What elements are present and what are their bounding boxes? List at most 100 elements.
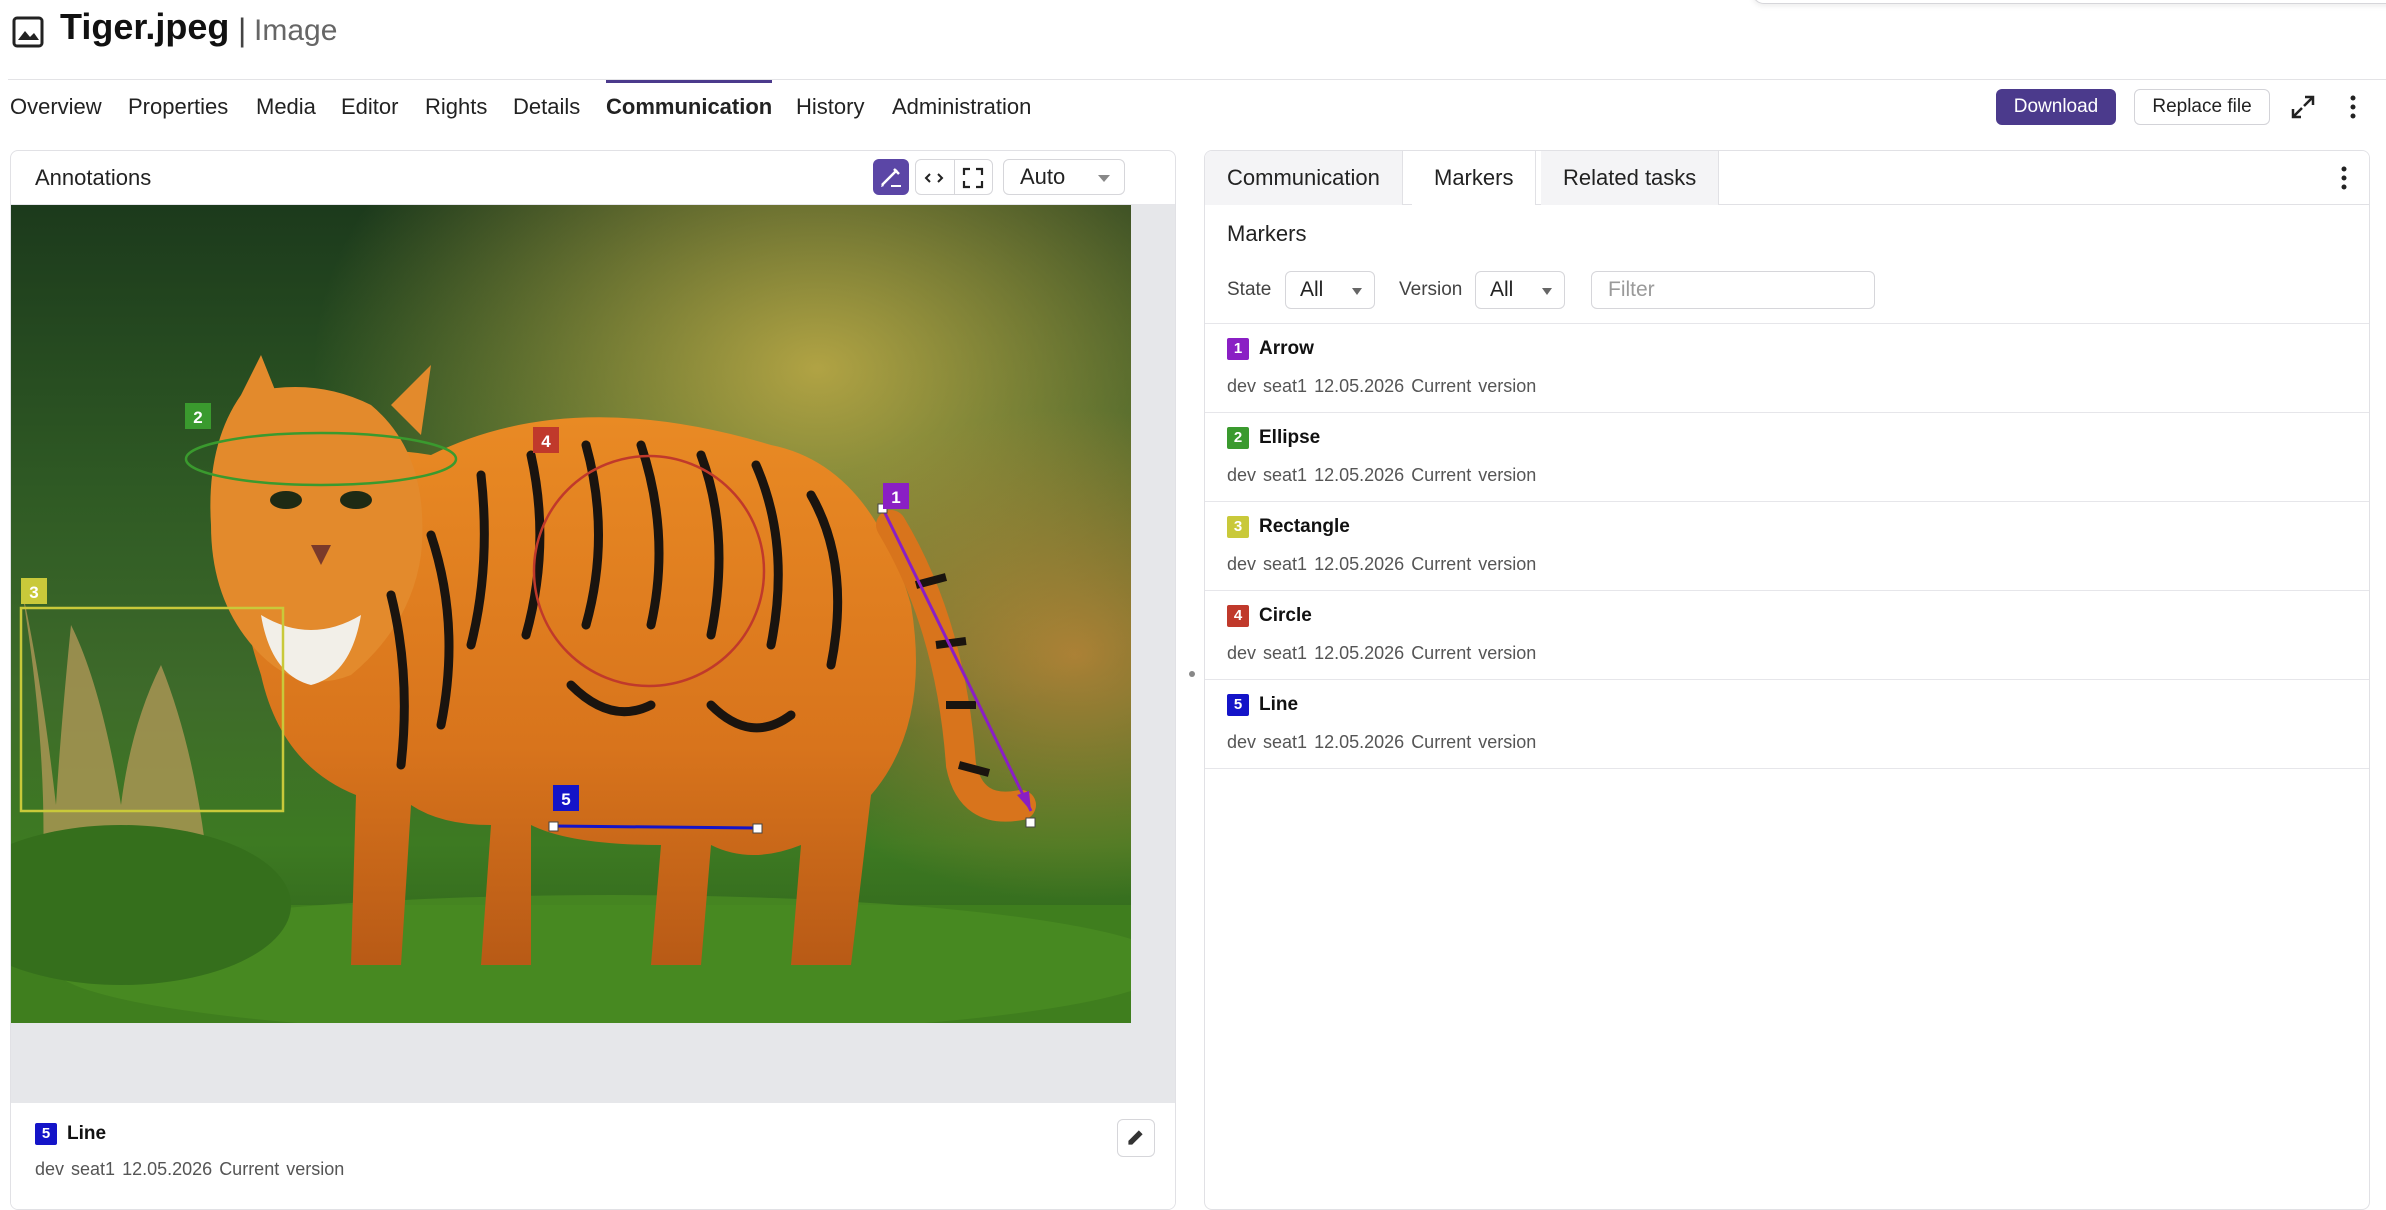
selected-annotation-version: Current version — [219, 1159, 345, 1179]
marker-name: Rectangle — [1259, 516, 1350, 537]
side-tab-markers[interactable]: Markers — [1412, 151, 1537, 205]
zoom-value: Auto — [1020, 164, 1066, 189]
chevron-down-icon — [1352, 288, 1362, 295]
selected-annotation-meta: dev seat1 12.05.2026 Current version — [35, 1159, 344, 1180]
image-icon — [12, 16, 44, 48]
marker-item-ellipse[interactable]: 2 Ellipse dev seat1 12.05.2026 Current v… — [1205, 413, 2369, 502]
marker-number-badge: 3 — [1227, 516, 1249, 538]
markers-heading: Markers — [1227, 221, 1307, 246]
marker-version: Current version — [1411, 732, 1537, 752]
marker-user: dev seat1 — [1227, 376, 1308, 396]
marker-meta: dev seat1 12.05.2026 Current version — [1227, 465, 1536, 486]
tab-administration[interactable]: Administration — [892, 94, 1031, 120]
edit-annotation-button[interactable] — [1117, 1119, 1155, 1157]
marker-version: Current version — [1411, 465, 1537, 485]
replace-file-button[interactable]: Replace file — [2134, 89, 2270, 125]
tab-properties[interactable]: Properties — [128, 94, 228, 120]
selected-annotation-user: dev seat1 — [35, 1159, 116, 1179]
side-tab-communication[interactable]: Communication — [1205, 151, 1403, 205]
more-options-icon[interactable] — [2340, 94, 2366, 120]
image-canvas[interactable]: 2 4 3 1 5 — [11, 205, 1131, 1023]
selected-annotation-date: 12.05.2026 — [122, 1159, 213, 1179]
marker-user: dev seat1 — [1227, 465, 1308, 485]
marker-number-badge: 5 — [35, 1123, 57, 1145]
panel-resize-handle[interactable] — [1189, 671, 1195, 677]
marker-item-line[interactable]: 5 Line dev seat1 12.05.2026 Current vers… — [1205, 680, 2369, 769]
marker-item-arrow[interactable]: 1 Arrow dev seat1 12.05.2026 Current ver… — [1205, 324, 2369, 413]
tab-communication[interactable]: Communication — [606, 94, 772, 120]
annotation-2-label: 2 — [193, 408, 202, 427]
tab-history[interactable]: History — [796, 94, 864, 120]
tab-media[interactable]: Media — [256, 94, 316, 120]
version-filter-label: Version — [1399, 279, 1463, 300]
marker-list: 1 Arrow dev seat1 12.05.2026 Current ver… — [1205, 324, 2369, 769]
version-filter-value: All — [1490, 278, 1514, 301]
side-tabs: Communication Markers Related tasks — [1205, 151, 2369, 205]
expand-icon[interactable] — [2290, 94, 2316, 120]
tab-details[interactable]: Details — [513, 94, 580, 120]
marker-number-badge: 2 — [1227, 427, 1249, 449]
side-tab-related-tasks[interactable]: Related tasks — [1541, 151, 1720, 205]
marker-name: Ellipse — [1259, 427, 1321, 448]
marker-item-rectangle[interactable]: 3 Rectangle dev seat1 12.05.2026 Current… — [1205, 502, 2369, 591]
marker-name: Arrow — [1259, 338, 1314, 359]
tab-rights[interactable]: Rights — [425, 94, 487, 120]
marker-meta: dev seat1 12.05.2026 Current version — [1227, 376, 1536, 397]
marker-name: Line — [1259, 694, 1299, 715]
markers-panel: Communication Markers Related tasks Mark… — [1204, 150, 2370, 1210]
marker-user: dev seat1 — [1227, 732, 1308, 752]
marker-version: Current version — [1411, 554, 1537, 574]
marker-date: 12.05.2026 — [1314, 554, 1405, 574]
annotation-4-label: 4 — [541, 432, 551, 451]
marker-number-badge: 1 — [1227, 338, 1249, 360]
pencil-icon — [1128, 1130, 1143, 1145]
tiger-photo: 2 4 3 1 5 — [11, 205, 1131, 1023]
marker-date: 12.05.2026 — [1314, 465, 1405, 485]
tab-overview[interactable]: Overview — [10, 94, 102, 120]
annotation-1-label: 1 — [891, 488, 900, 507]
marker-filter-input[interactable]: Filter — [1591, 271, 1875, 309]
panel-options-icon[interactable] — [2331, 165, 2357, 191]
marker-number-badge: 4 — [1227, 605, 1249, 627]
marker-version: Current version — [1411, 643, 1537, 663]
marker-name: Circle — [1259, 605, 1312, 626]
marker-item-circle[interactable]: 4 Circle dev seat1 12.05.2026 Current ve… — [1205, 591, 2369, 680]
marker-user: dev seat1 — [1227, 554, 1308, 574]
fullscreen-icon[interactable] — [962, 167, 984, 189]
version-filter-select[interactable]: All — [1475, 271, 1565, 309]
annotations-title: Annotations — [35, 165, 152, 190]
title-separator: | — [238, 12, 247, 48]
draw-annotation-button[interactable] — [873, 159, 909, 195]
draw-annotation-icon — [881, 168, 901, 187]
chevron-down-icon — [1098, 175, 1110, 182]
marker-user: dev seat1 — [1227, 643, 1308, 663]
download-button[interactable]: Download — [1996, 89, 2116, 125]
page-title: Tiger.jpeg — [60, 6, 230, 47]
annotations-panel: Annotations Auto 2 4 3 1 5 5 Line dev se… — [10, 150, 1176, 1210]
view-tools — [915, 159, 993, 195]
tab-editor[interactable]: Editor — [341, 94, 398, 120]
fit-width-icon[interactable] — [923, 167, 945, 189]
image-viewer: 2 4 3 1 5 — [11, 205, 1175, 1103]
selected-annotation-name: Line — [67, 1123, 107, 1144]
tool-divider — [954, 160, 955, 194]
marker-filters: State All Version All Filter — [1227, 271, 2347, 309]
page-header: Tiger.jpeg | Image — [0, 0, 2386, 80]
state-filter-value: All — [1300, 278, 1324, 301]
marker-meta: dev seat1 12.05.2026 Current version — [1227, 732, 1536, 753]
marker-date: 12.05.2026 — [1314, 376, 1405, 396]
annotation-3-label: 3 — [29, 583, 38, 602]
state-filter-select[interactable]: All — [1285, 271, 1375, 309]
active-tab-indicator — [606, 80, 772, 83]
annotation-5-label: 5 — [561, 790, 570, 809]
chevron-down-icon — [1542, 288, 1552, 295]
page-subtitle: Image — [254, 14, 338, 47]
marker-meta: dev seat1 12.05.2026 Current version — [1227, 643, 1536, 664]
marker-version: Current version — [1411, 376, 1537, 396]
marker-number-badge: 5 — [1227, 694, 1249, 716]
annotation-line[interactable] — [552, 824, 758, 830]
marker-date: 12.05.2026 — [1314, 643, 1405, 663]
zoom-select[interactable]: Auto — [1003, 159, 1125, 195]
marker-meta: dev seat1 12.05.2026 Current version — [1227, 554, 1536, 575]
top-popover-edge — [1752, 0, 2386, 4]
